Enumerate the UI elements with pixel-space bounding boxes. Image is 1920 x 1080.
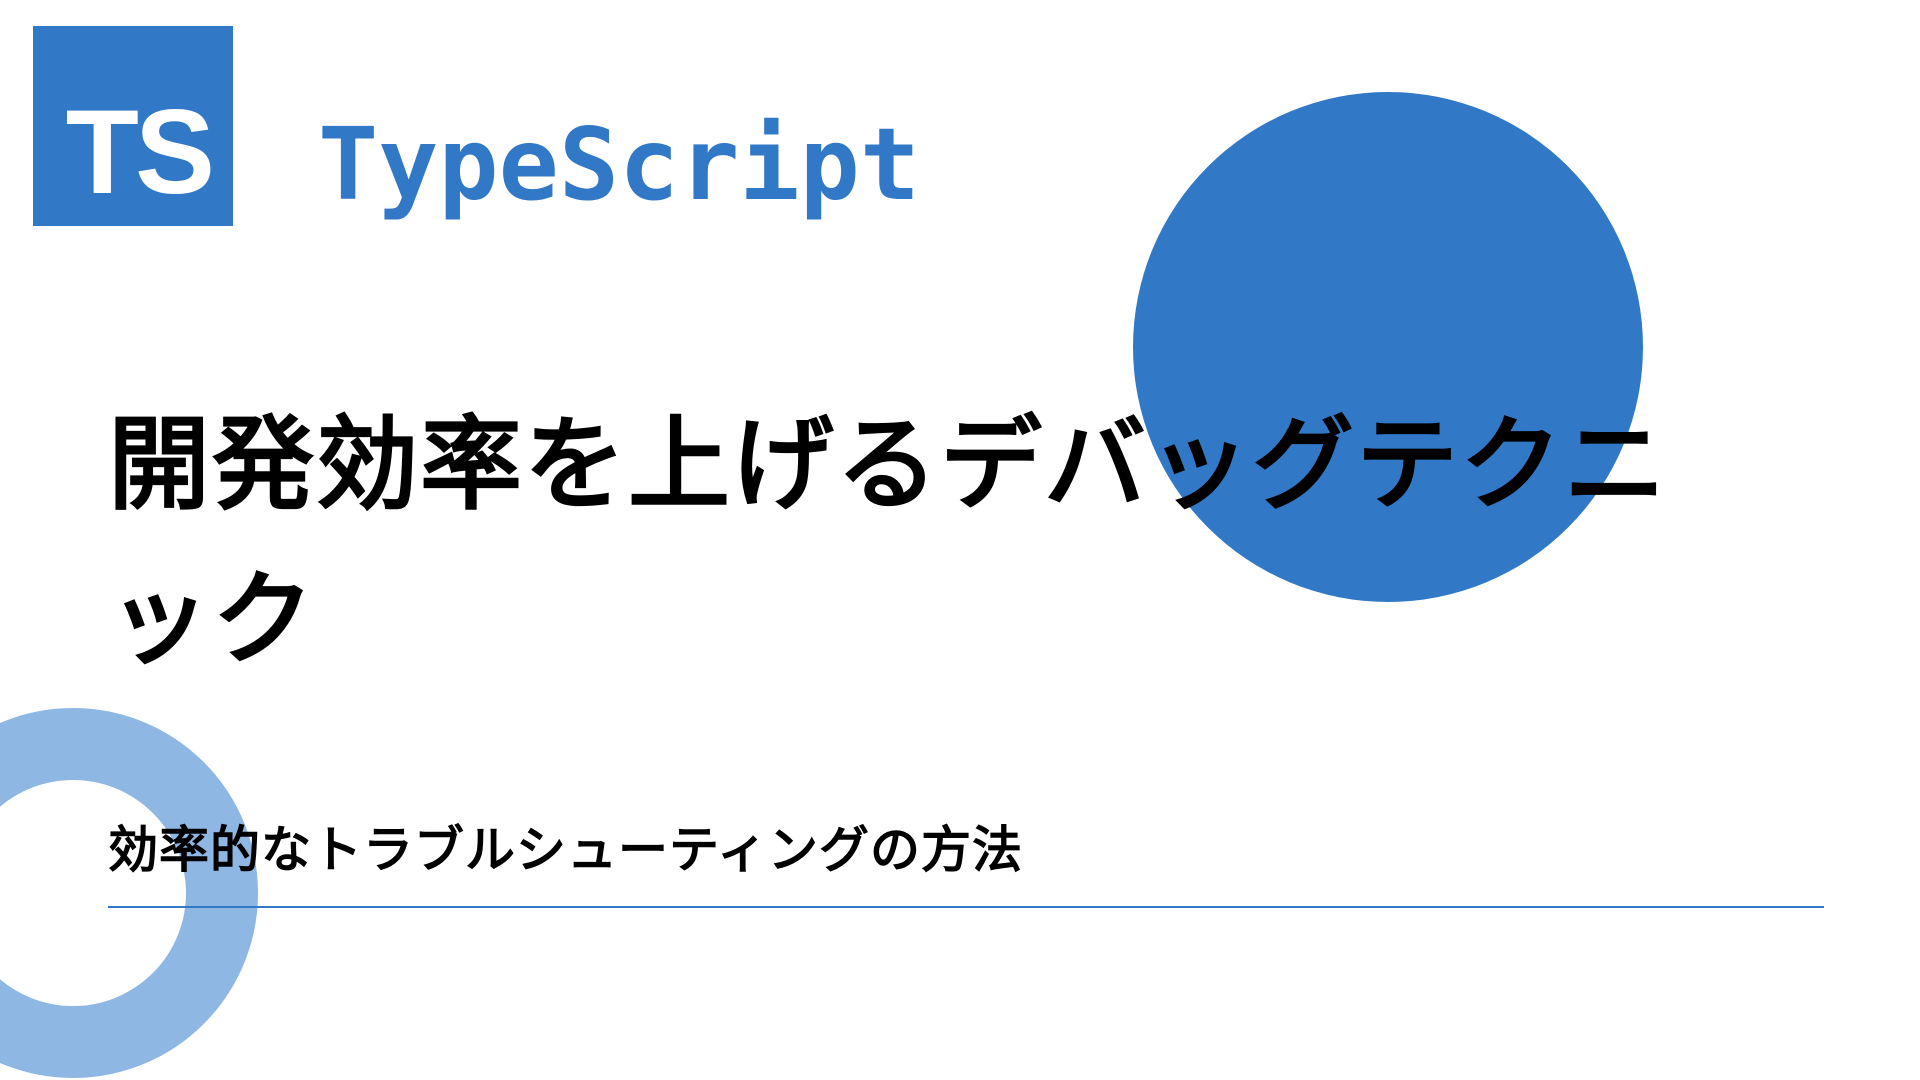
- logo-text: TS: [66, 92, 211, 212]
- brand-name: TypeScript: [318, 106, 920, 223]
- divider: [108, 906, 1824, 908]
- slide: TS TypeScript 開発効率を上げるデバッグテクニック 効率的なトラブル…: [0, 0, 1920, 1080]
- slide-subtitle: 効率的なトラブルシューティングの方法: [108, 810, 1824, 882]
- typescript-logo-icon: TS: [33, 26, 233, 226]
- slide-title: 開発効率を上げるデバッグテクニック: [108, 388, 1758, 698]
- subtitle-block: 効率的なトラブルシューティングの方法: [108, 810, 1824, 908]
